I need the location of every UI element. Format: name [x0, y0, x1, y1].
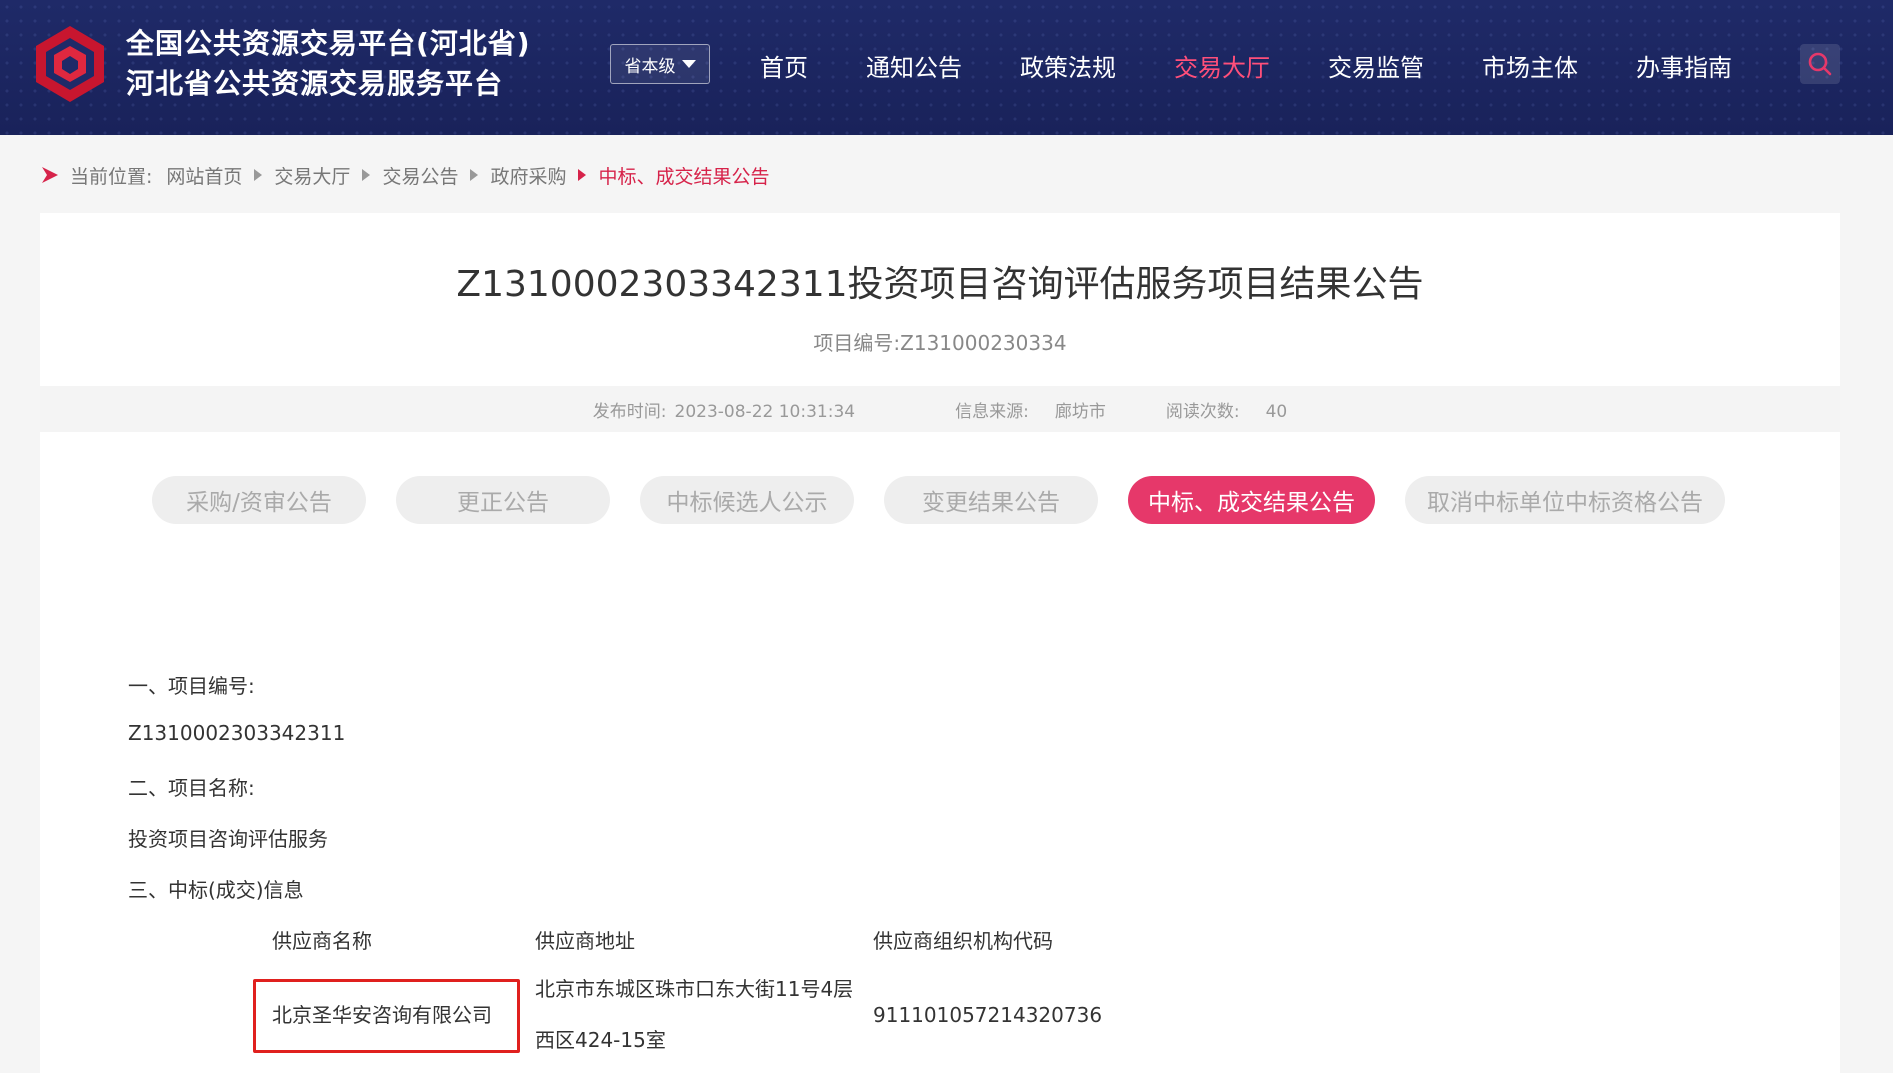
publish-time-label: 发布时间: [592, 401, 667, 422]
tab-change-result[interactable]: 变更结果公告 [884, 476, 1098, 524]
table-header-supplier-name: 供应商名称 [272, 929, 372, 953]
main-nav: 首页 通知公告 政策法规 交易大厅 交易监管 市场主体 办事指南 [760, 40, 1790, 90]
breadcrumb-item-trade-notices[interactable]: 交易公告 [382, 162, 458, 189]
breadcrumb-separator-icon [254, 169, 263, 181]
location-arrow-icon [42, 167, 58, 183]
search-icon [1808, 52, 1832, 76]
tab-award-result[interactable]: 中标、成交结果公告 [1128, 476, 1375, 524]
table-header-supplier-address: 供应商地址 [535, 929, 635, 953]
site-title[interactable]: 全国公共资源交易平台(河北省) 河北省公共资源交易服务平台 [126, 24, 531, 104]
nav-item-supervision[interactable]: 交易监管 [1328, 48, 1424, 83]
breadcrumb-separator-icon [470, 169, 479, 181]
nav-item-policies[interactable]: 政策法规 [1020, 48, 1116, 83]
publish-time: 发布时间: 2023-08-22 10:31:34 [593, 397, 855, 422]
section1-heading: 一、项目编号: [128, 674, 255, 698]
meta-bar: 发布时间: 2023-08-22 10:31:34 信息来源: 廊坊市 阅读次数: 4… [40, 386, 1840, 432]
announcement-tabs: 采购/资审公告 更正公告 中标候选人公示 变更结果公告 中标、成交结果公告 取消… [152, 475, 1755, 525]
nav-item-home[interactable]: 首页 [760, 48, 808, 83]
view-count: 阅读次数: 40 [1166, 397, 1287, 422]
info-source-value: 廊坊市 [1054, 401, 1106, 422]
site-header: 全国公共资源交易平台(河北省) 河北省公共资源交易服务平台 省本级 首页 通知公… [0, 0, 1893, 135]
site-logo-icon[interactable] [32, 24, 108, 104]
supplier-name: 北京圣华安咨询有限公司 [272, 1003, 492, 1027]
breadcrumb-current[interactable]: 中标、成交结果公告 [598, 162, 769, 189]
tab-candidate-publicity[interactable]: 中标候选人公示 [640, 476, 854, 524]
breadcrumb-item-trading-hall[interactable]: 交易大厅 [274, 162, 350, 189]
breadcrumb-separator-icon [362, 169, 371, 181]
supplier-code: 911101057214320736 [873, 1003, 1103, 1027]
nav-item-notices[interactable]: 通知公告 [866, 48, 962, 83]
tab-procurement-notice[interactable]: 采购/资审公告 [152, 476, 366, 524]
level-select-value: 省本级 [624, 56, 676, 77]
nav-item-trading-hall[interactable]: 交易大厅 [1174, 48, 1270, 83]
view-count-value: 40 [1265, 401, 1288, 422]
breadcrumb-item-gov-procurement[interactable]: 政府采购 [490, 162, 566, 189]
section3-heading: 三、中标(成交)信息 [128, 878, 304, 902]
supplier-address-line2: 西区424-15室 [535, 1028, 666, 1052]
tab-correction-notice[interactable]: 更正公告 [396, 476, 610, 524]
breadcrumb-label: 当前位置: [70, 165, 153, 188]
tab-cancel-award[interactable]: 取消中标单位中标资格公告 [1405, 476, 1725, 524]
page-title: Z1310002303342311投资项目咨询评估服务项目结果公告 [456, 264, 1424, 305]
nav-item-market-entities[interactable]: 市场主体 [1482, 48, 1578, 83]
supplier-address-line1: 北京市东城区珠市口东大街11号4层 [535, 977, 854, 1001]
search-button[interactable] [1800, 44, 1840, 84]
section2-heading: 二、项目名称: [128, 776, 255, 800]
section1-value: Z1310002303342311 [128, 721, 346, 745]
view-count-label: 阅读次数: [1165, 401, 1240, 422]
info-source-label: 信息来源: [955, 401, 1029, 422]
site-title-line2: 河北省公共资源交易服务平台 [126, 67, 504, 100]
project-number: 项目编号:Z131000230334 [813, 331, 1067, 355]
breadcrumb-separator-icon [578, 169, 587, 181]
breadcrumb-item-home[interactable]: 网站首页 [166, 162, 242, 189]
level-select[interactable]: 省本级 [610, 44, 710, 84]
nav-item-guide[interactable]: 办事指南 [1636, 48, 1732, 83]
info-source: 信息来源: 廊坊市 [955, 397, 1106, 422]
breadcrumb: 当前位置: 网站首页 交易大厅 交易公告 政府采购 中标、成交结果公告 [40, 160, 769, 190]
caret-down-icon [681, 60, 696, 68]
table-header-supplier-code: 供应商组织机构代码 [873, 929, 1053, 953]
publish-time-value: 2023-08-22 10:31:34 [674, 401, 856, 422]
site-title-line1: 全国公共资源交易平台(河北省) [126, 27, 531, 60]
section2-value: 投资项目咨询评估服务 [128, 827, 328, 851]
